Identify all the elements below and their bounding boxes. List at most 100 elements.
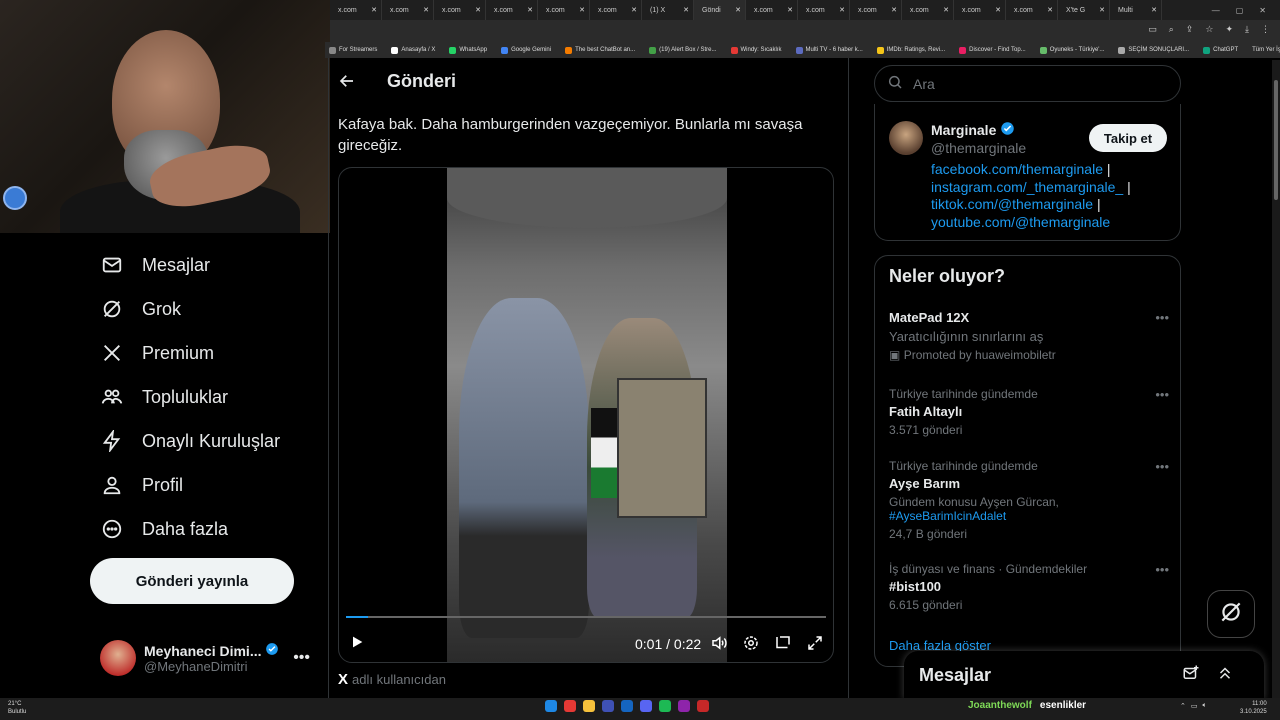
browser-tab[interactable]: Göndi ✕ [694, 0, 746, 20]
grok-button[interactable] [1207, 590, 1255, 638]
bookmark-item[interactable]: (19) Alert Box / Stre... [649, 46, 717, 54]
browser-tab[interactable]: x.com ✕ [330, 0, 382, 20]
bookmark-item[interactable]: Windy: Sıcaklık [730, 46, 782, 54]
browser-tab[interactable]: x.com ✕ [902, 0, 954, 20]
close-tab-icon[interactable]: ✕ [683, 6, 689, 14]
more-dots-icon[interactable]: ••• [1155, 387, 1169, 402]
clock[interactable]: 11:00 3.10.2025 [1240, 700, 1267, 716]
obs-icon[interactable] [697, 700, 709, 712]
browser-tab[interactable]: Multi ✕ [1110, 0, 1162, 20]
chrome-icon[interactable] [564, 700, 576, 712]
back-arrow-icon[interactable] [338, 72, 358, 92]
star-icon[interactable]: ☆ [1205, 24, 1213, 35]
bio-link[interactable]: instagram.com/_themarginale_ [931, 179, 1123, 195]
app-icon[interactable] [602, 700, 614, 712]
share-icon[interactable]: ⇪ [1186, 24, 1194, 35]
sidebar-item-premium[interactable]: Premium [100, 338, 214, 368]
page-scrollbar[interactable] [1272, 60, 1280, 700]
menu-icon[interactable]: ⋮ [1261, 24, 1270, 35]
sidebar-item-grok[interactable]: Grok [100, 294, 181, 324]
volume-icon[interactable] [710, 634, 728, 656]
bookmark-item[interactable]: The best ChatBot an... [565, 46, 635, 54]
trend-item[interactable]: Türkiye tarihinde gündemde Fatih Altaylı… [889, 387, 1169, 437]
maximize-icon[interactable]: ▢ [1236, 6, 1244, 15]
browser-tab[interactable]: x.com ✕ [1006, 0, 1058, 20]
zoom-icon[interactable]: ⌕ [1169, 24, 1174, 35]
fullscreen-icon[interactable] [806, 634, 824, 656]
close-tab-icon[interactable]: ✕ [1099, 6, 1105, 14]
bookmark-item[interactable]: ChatGPT [1203, 46, 1238, 54]
trend-item[interactable]: Türkiye tarihinde gündemde Ayşe Barım Gü… [889, 459, 1169, 541]
discord-icon[interactable] [640, 700, 652, 712]
more-dots-icon[interactable]: ••• [1155, 310, 1169, 325]
close-tab-icon[interactable]: ✕ [943, 6, 949, 14]
all-bookmarks-folder[interactable]: Tüm Yer İşaretleri [1252, 47, 1280, 53]
sidebar-item-more[interactable]: Daha fazla [100, 514, 228, 544]
extensions-icon[interactable]: ✦ [1225, 24, 1233, 35]
bio-link[interactable]: facebook.com/themarginale [931, 161, 1103, 177]
weather-widget[interactable]: 21°C Bulutlu [8, 700, 26, 716]
messages-drawer[interactable]: Mesajlar [904, 651, 1264, 700]
sidebar-item-communities[interactable]: Topluluklar [100, 382, 228, 412]
video-progress-bar[interactable] [346, 616, 826, 618]
close-tab-icon[interactable]: ✕ [891, 6, 897, 14]
trend-item[interactable]: MatePad 12X Yaratıcılığının sınırlarını … [889, 310, 1169, 362]
bookmark-item[interactable]: Google Gemini [501, 46, 551, 54]
close-window-icon[interactable]: ✕ [1259, 6, 1266, 15]
start-icon[interactable] [545, 700, 557, 712]
settings-gear-icon[interactable] [742, 634, 760, 656]
more-dots-icon[interactable]: ••• [1155, 459, 1169, 474]
browser-tab[interactable]: (1) X ✕ [642, 0, 694, 20]
browser-tab[interactable]: x.com ✕ [798, 0, 850, 20]
browser-tab[interactable]: x.com ✕ [746, 0, 798, 20]
browser-tab[interactable]: x.com ✕ [434, 0, 486, 20]
sidebar-item-profile[interactable]: Profil [100, 470, 183, 500]
close-tab-icon[interactable]: ✕ [371, 6, 377, 14]
close-tab-icon[interactable]: ✕ [631, 6, 637, 14]
sidebar-item-messages[interactable]: Mesajlar [100, 250, 210, 280]
bookmark-item[interactable]: Oyuneks - Türkiye'... [1039, 46, 1104, 54]
account-switcher[interactable]: Meyhaneci Dimi... @MeyhaneDimitri ••• [100, 636, 310, 680]
close-tab-icon[interactable]: ✕ [839, 6, 845, 14]
video-player[interactable] [338, 167, 834, 663]
close-tab-icon[interactable]: ✕ [475, 6, 481, 14]
app-icon[interactable] [678, 700, 690, 712]
new-message-icon[interactable] [1182, 664, 1200, 687]
follow-button[interactable]: Takip et [1089, 124, 1167, 152]
close-tab-icon[interactable]: ✕ [735, 6, 741, 14]
more-dots-icon[interactable]: ••• [293, 649, 310, 667]
trend-hashtag[interactable]: #AyseBarimIcinAdalet [889, 509, 1169, 523]
browser-tab[interactable]: x.com ✕ [954, 0, 1006, 20]
close-tab-icon[interactable]: ✕ [579, 6, 585, 14]
browser-tab[interactable]: x.com ✕ [382, 0, 434, 20]
more-dots-icon[interactable]: ••• [1155, 562, 1169, 577]
browser-tab[interactable]: x.com ✕ [590, 0, 642, 20]
bookmark-item[interactable]: Anasayfa / X [391, 46, 435, 54]
bio-link[interactable]: youtube.com/@themarginale [931, 214, 1110, 230]
play-icon[interactable] [349, 634, 365, 655]
search-input[interactable]: Ara [874, 65, 1181, 102]
bookmark-item[interactable]: Multi TV - 6 haber k... [795, 46, 863, 54]
sidebar-item-verified-orgs[interactable]: Onaylı Kuruluşlar [100, 426, 280, 456]
browser-tab[interactable]: x.com ✕ [486, 0, 538, 20]
profile-name[interactable]: Marginale [931, 121, 1015, 139]
picture-in-picture-icon[interactable] [774, 634, 792, 656]
close-tab-icon[interactable]: ✕ [1151, 6, 1157, 14]
browser-tab[interactable]: x.com ✕ [850, 0, 902, 20]
bookmark-item[interactable]: For Streamers [329, 46, 377, 54]
network-icon[interactable]: ▭ [1191, 702, 1198, 710]
avatar[interactable] [889, 121, 923, 155]
browser-tab[interactable]: X'te G ✕ [1058, 0, 1110, 20]
browser-tab[interactable]: x.com ✕ [538, 0, 590, 20]
folder-icon[interactable] [583, 700, 595, 712]
minimize-icon[interactable]: — [1212, 6, 1220, 15]
bio-link[interactable]: tiktok.com/@themarginale [931, 196, 1093, 212]
close-tab-icon[interactable]: ✕ [527, 6, 533, 14]
close-tab-icon[interactable]: ✕ [423, 6, 429, 14]
volume-icon[interactable]: 🔈︎ [1203, 702, 1207, 710]
bookmark-item[interactable]: Discover - Find Top... [959, 46, 1026, 54]
close-tab-icon[interactable]: ✕ [1047, 6, 1053, 14]
close-tab-icon[interactable]: ✕ [995, 6, 1001, 14]
download-icon[interactable]: ⤓ [1245, 24, 1249, 35]
bookmark-item[interactable]: WhatsApp [449, 46, 487, 54]
